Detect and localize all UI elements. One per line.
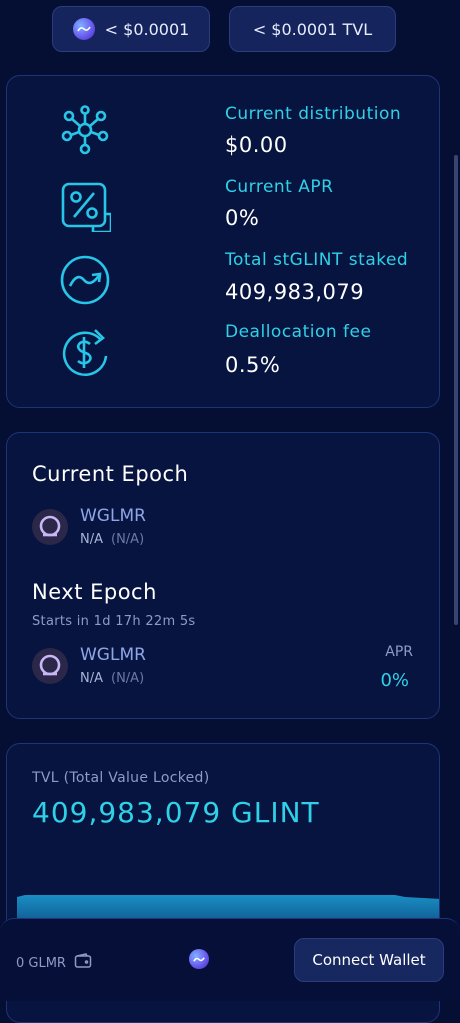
tvl-value: 409,983,079 GLINT bbox=[32, 796, 320, 829]
bottom-bar: 0 GLMR Connect Wallet bbox=[0, 918, 460, 1001]
current-epoch-amount: N/A (N/A) bbox=[80, 532, 144, 547]
current-epoch-title: Current Epoch bbox=[32, 462, 189, 486]
stats-card: Current distribution $0.00 Current APR 0… bbox=[6, 75, 440, 408]
top-bar: < $0.0001 < $0.0001 TVL bbox=[52, 6, 396, 52]
tvl-pill-label: < $0.0001 TVL bbox=[252, 19, 373, 39]
wallet-icon bbox=[74, 953, 92, 973]
wallet-balance: 0 GLMR bbox=[16, 953, 92, 973]
current-distribution-value: $0.00 bbox=[225, 133, 288, 157]
next-epoch-apr-label: APR bbox=[385, 644, 413, 660]
next-epoch-amount-usd: (N/A) bbox=[111, 671, 145, 686]
wglmr-logo-icon bbox=[32, 648, 68, 684]
current-apr-label: Current APR bbox=[225, 177, 334, 197]
current-epoch-token: WGLMR bbox=[80, 506, 146, 526]
percent-icon bbox=[59, 180, 113, 234]
current-distribution-label: Current distribution bbox=[225, 104, 402, 124]
total-staked-label: Total stGLINT staked bbox=[225, 250, 409, 270]
scrollbar[interactable] bbox=[454, 155, 458, 625]
glint-logo-icon[interactable] bbox=[189, 949, 209, 969]
next-epoch-amount: N/A (N/A) bbox=[80, 671, 144, 686]
total-staked-value: 409,983,079 bbox=[225, 280, 365, 304]
dollar-refresh-icon bbox=[59, 326, 111, 378]
next-epoch-title: Next Epoch bbox=[32, 580, 157, 604]
next-epoch-countdown: Starts in 1d 17h 22m 5s bbox=[32, 614, 196, 629]
next-epoch-amount-value: N/A bbox=[80, 671, 103, 686]
tvl-button[interactable]: < $0.0001 TVL bbox=[229, 6, 396, 52]
glint-icon bbox=[59, 254, 111, 306]
deallocation-fee-value: 0.5% bbox=[225, 353, 281, 377]
price-label: < $0.0001 bbox=[104, 19, 190, 39]
current-apr-value: 0% bbox=[225, 206, 260, 230]
tvl-label: TVL (Total Value Locked) bbox=[32, 770, 210, 786]
epoch-card: Current Epoch WGLMR N/A (N/A) Next Epoch … bbox=[6, 432, 440, 719]
glint-price-button[interactable]: < $0.0001 bbox=[52, 6, 210, 52]
glint-logo-icon bbox=[72, 18, 95, 40]
deallocation-fee-label: Deallocation fee bbox=[225, 322, 372, 342]
network-icon bbox=[59, 104, 111, 156]
next-epoch-token: WGLMR bbox=[80, 645, 146, 665]
connect-wallet-button[interactable]: Connect Wallet bbox=[294, 938, 444, 982]
balance-text: 0 GLMR bbox=[16, 955, 66, 971]
current-epoch-amount-usd: (N/A) bbox=[111, 532, 145, 547]
current-epoch-amount-value: N/A bbox=[80, 532, 103, 547]
wglmr-logo-icon bbox=[32, 509, 68, 545]
next-epoch-apr-value: 0% bbox=[380, 670, 409, 691]
